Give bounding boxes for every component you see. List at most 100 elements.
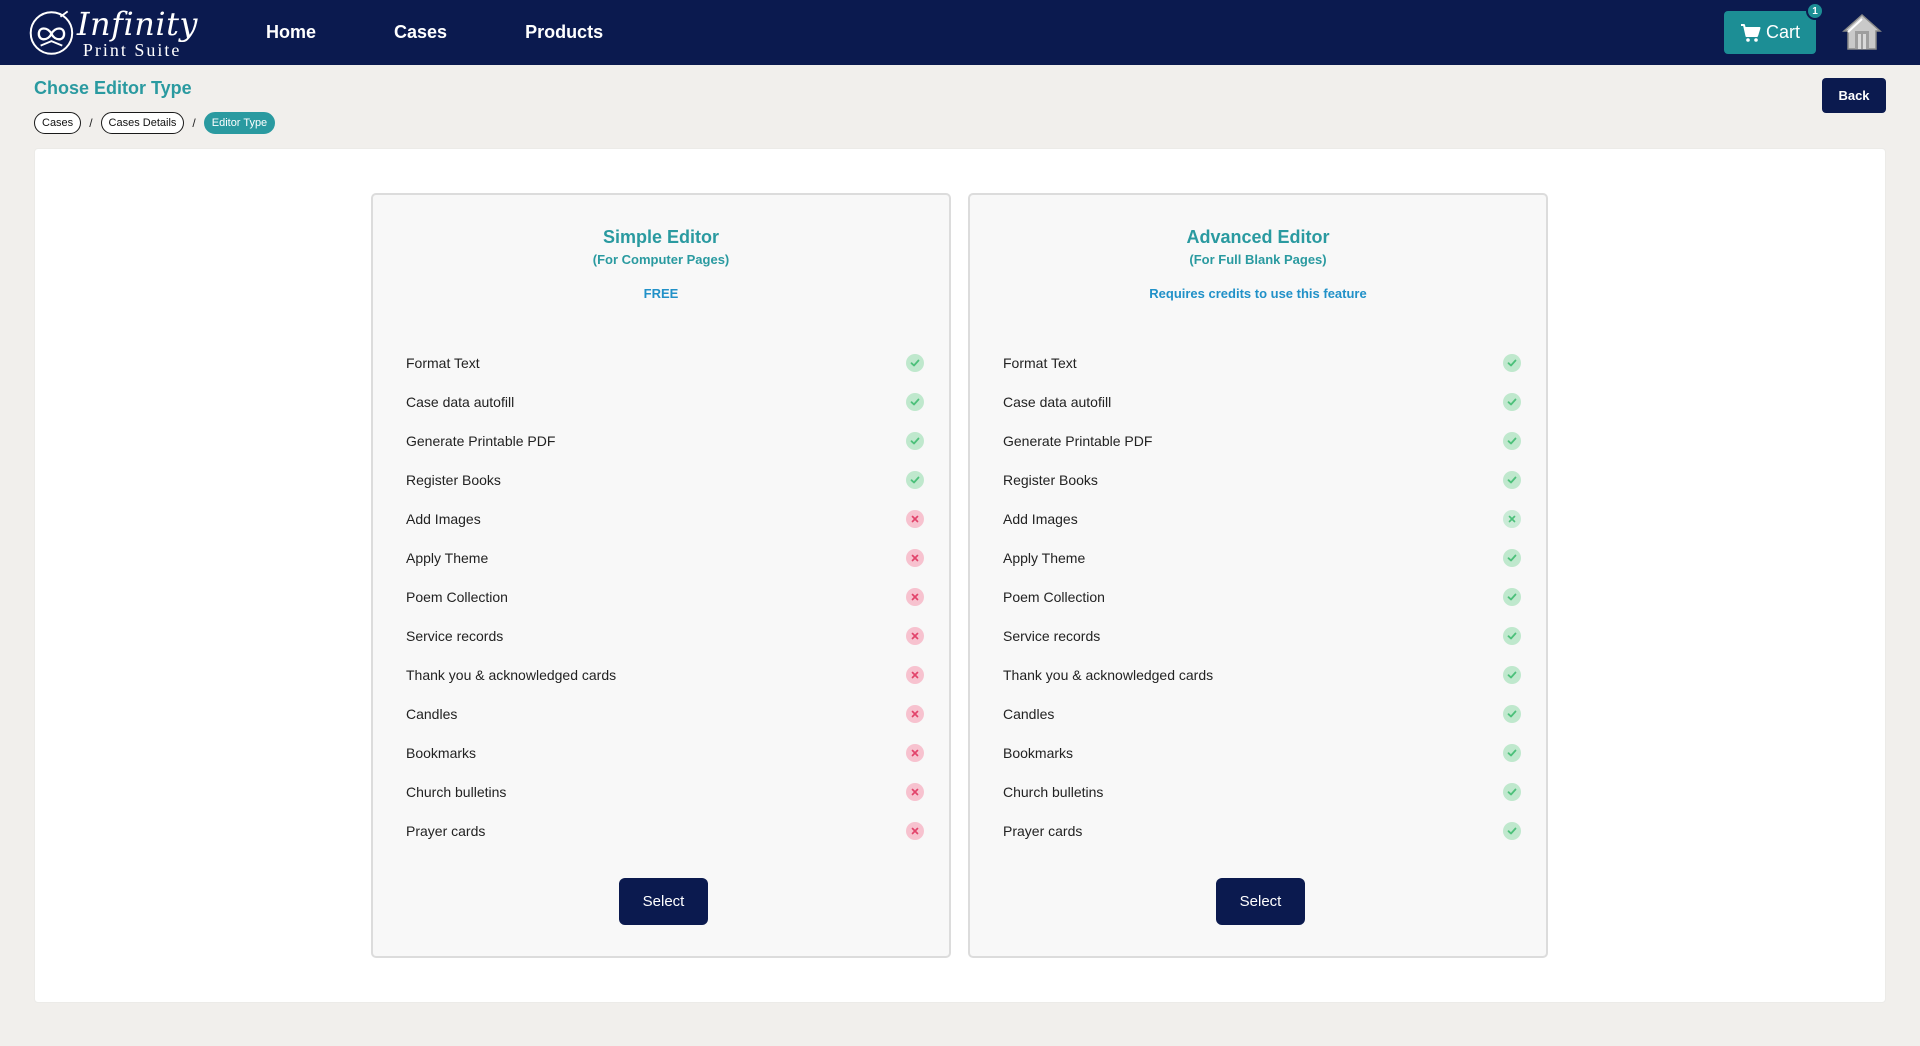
feature-label: Generate Printable PDF xyxy=(406,432,556,449)
feature-row: Poem Collection xyxy=(1003,577,1523,616)
feature-label: Thank you & acknowledged cards xyxy=(1003,666,1214,683)
nav-products[interactable]: Products xyxy=(525,22,603,43)
breadcrumb-editor-type[interactable]: Editor Type xyxy=(203,112,276,134)
feature-row: Candles xyxy=(406,694,926,733)
feature-label: Generate Printable PDF xyxy=(1003,432,1153,449)
feature-label: Register Books xyxy=(1003,471,1098,488)
card-subtitle: (For Full Blank Pages) xyxy=(1189,252,1327,267)
nav-home[interactable]: Home xyxy=(266,22,316,43)
feature-row: Case data autofill xyxy=(406,382,926,421)
check-icon xyxy=(1503,431,1521,450)
check-icon xyxy=(1503,743,1521,762)
feature-row: Add Images xyxy=(406,499,926,538)
feature-row: Case data autofill xyxy=(1003,382,1523,421)
feature-row: Register Books xyxy=(1003,460,1523,499)
feature-label: Case data autofill xyxy=(406,393,515,410)
feature-label: Format Text xyxy=(1003,354,1077,371)
feature-row: Thank you & acknowledged cards xyxy=(1003,655,1523,694)
breadcrumb: Cases / Cases Details / Editor Type xyxy=(34,112,276,134)
feature-row: Candles xyxy=(1003,694,1523,733)
feature-row: Service records xyxy=(1003,616,1523,655)
feature-label: Church bulletins xyxy=(1003,783,1104,800)
feature-label: Poem Collection xyxy=(406,588,508,605)
cross-icon xyxy=(906,509,924,528)
feature-label: Add Images xyxy=(1003,510,1078,527)
cross-icon xyxy=(906,782,924,801)
brand-text: Infinity Print Suite xyxy=(77,8,198,59)
feature-row: Church bulletins xyxy=(406,772,926,811)
cart-button[interactable]: Cart xyxy=(1724,11,1816,54)
check-icon xyxy=(1503,353,1521,372)
infinity-book-logo-icon xyxy=(29,10,74,55)
cross-icon xyxy=(1503,509,1521,528)
advanced-editor-card: Advanced Editor (For Full Blank Pages) R… xyxy=(968,193,1548,958)
check-icon xyxy=(1503,587,1521,606)
feature-label: Candles xyxy=(406,705,458,722)
feature-label: Thank you & acknowledged cards xyxy=(406,666,617,683)
check-icon xyxy=(1503,782,1521,801)
cross-icon xyxy=(906,743,924,762)
feature-label: Service records xyxy=(1003,627,1101,644)
cross-icon xyxy=(906,704,924,723)
feature-label: Apply Theme xyxy=(1003,549,1086,566)
feature-label: Poem Collection xyxy=(1003,588,1105,605)
simple-editor-card: Simple Editor (For Computer Pages) FREE … xyxy=(371,193,951,958)
feature-label: Format Text xyxy=(406,354,480,371)
select-simple-editor-button[interactable]: Select xyxy=(619,878,708,925)
check-icon xyxy=(1503,626,1521,645)
cart-icon xyxy=(1740,23,1761,42)
feature-label: Candles xyxy=(1003,705,1055,722)
main-nav: Home Cases Products xyxy=(266,0,681,65)
brand-logo[interactable]: Infinity Print Suite xyxy=(28,4,198,62)
cross-icon xyxy=(906,626,924,645)
feature-list: Format Text Case data autofill Generate Pr… xyxy=(406,343,926,850)
back-button[interactable]: Back xyxy=(1822,78,1886,113)
page-title: Chose Editor Type xyxy=(34,78,192,98)
cart-count-badge: 1 xyxy=(1806,2,1824,20)
card-title: Simple Editor xyxy=(602,227,719,247)
feature-label: Prayer cards xyxy=(406,822,486,839)
feature-row: Service records xyxy=(406,616,926,655)
breadcrumb-separator: / xyxy=(89,116,93,130)
select-advanced-editor-button[interactable]: Select xyxy=(1216,878,1305,925)
feature-row: Bookmarks xyxy=(1003,733,1523,772)
check-icon xyxy=(906,353,924,372)
cart-label: Cart xyxy=(1765,22,1800,42)
feature-row: Generate Printable PDF xyxy=(1003,421,1523,460)
cross-icon xyxy=(906,548,924,567)
check-icon xyxy=(906,392,924,411)
check-icon xyxy=(1503,548,1521,567)
feature-row: Apply Theme xyxy=(1003,538,1523,577)
brand-subtitle: Print Suite xyxy=(82,39,182,60)
feature-list: Format Text Case data autofill Generate Pr… xyxy=(1003,343,1523,850)
feature-row: Church bulletins xyxy=(1003,772,1523,811)
feature-row: Format Text xyxy=(1003,343,1523,382)
check-icon xyxy=(1503,821,1521,840)
feature-label: Bookmarks xyxy=(406,744,477,761)
feature-row: Format Text xyxy=(406,343,926,382)
feature-label: Church bulletins xyxy=(406,783,507,800)
feature-row: Bookmarks xyxy=(406,733,926,772)
card-price: FREE xyxy=(643,286,679,301)
home-icon[interactable] xyxy=(1842,13,1882,51)
card-subtitle: (For Computer Pages) xyxy=(592,252,730,267)
cross-icon xyxy=(906,587,924,606)
feature-label: Bookmarks xyxy=(1003,744,1074,761)
breadcrumb-separator: / xyxy=(192,116,196,130)
feature-row: Add Images xyxy=(1003,499,1523,538)
check-icon xyxy=(1503,704,1521,723)
card-price: Requires credits to use this feature xyxy=(1149,286,1367,301)
cross-icon xyxy=(906,821,924,840)
editor-selection-panel xyxy=(34,148,1886,1003)
feature-row: Prayer cards xyxy=(1003,811,1523,850)
card-title: Advanced Editor xyxy=(1186,227,1330,247)
feature-label: Apply Theme xyxy=(406,549,489,566)
feature-label: Register Books xyxy=(406,471,501,488)
nav-cases[interactable]: Cases xyxy=(394,22,447,43)
check-icon xyxy=(1503,665,1521,684)
feature-row: Thank you & acknowledged cards xyxy=(406,655,926,694)
feature-label: Case data autofill xyxy=(1003,393,1112,410)
breadcrumb-cases-details[interactable]: Cases Details xyxy=(100,112,185,134)
breadcrumb-cases[interactable]: Cases xyxy=(34,112,82,134)
check-icon xyxy=(906,431,924,450)
